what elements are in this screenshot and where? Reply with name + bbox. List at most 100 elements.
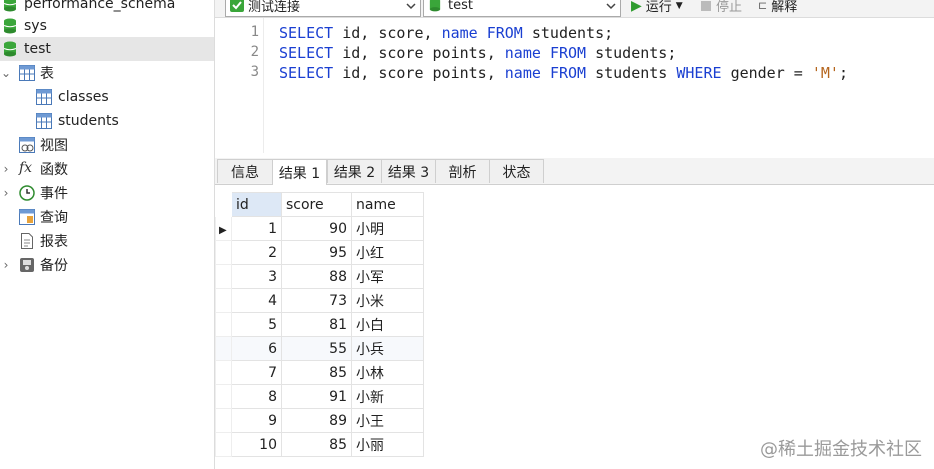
row-header[interactable] [215,384,232,409]
table-row[interactable]: 9 89 小王 [215,408,424,433]
code-line[interactable]: SELECT id, score points, name FROM stude… [279,44,676,62]
table-cell-id[interactable]: 1 [231,216,282,241]
stop-button[interactable]: 停止 [701,0,742,15]
table-cell-name[interactable]: 小白 [351,312,424,337]
sql-keyword: WHERE [676,64,722,82]
chevron-right-icon[interactable]: › [1,186,11,200]
table-cell-score[interactable]: 95 [281,240,352,265]
table-row[interactable]: 4 73 小米 [215,288,424,313]
table-row[interactable]: 7 85 小林 [215,360,424,385]
row-header[interactable] [215,432,232,457]
table-cell-name[interactable]: 小军 [351,264,424,289]
table-cell-score[interactable]: 55 [281,336,352,361]
sql-token: id [342,44,361,62]
tree-item-queries[interactable]: 查询 [0,205,214,229]
row-header[interactable] [215,360,232,385]
line-number: 1 [250,24,259,40]
connection-value: 测试连接 [248,0,301,15]
row-header[interactable] [215,240,232,265]
row-header[interactable] [215,336,232,361]
row-header[interactable] [215,288,232,313]
table-cell-id[interactable]: 3 [231,264,282,289]
tab-profile[interactable]: 剖析 [435,159,490,183]
tree-item-test[interactable]: test [0,37,214,61]
row-header[interactable]: ▶ [215,216,232,241]
table-cell-name[interactable]: 小丽 [351,432,424,457]
table-cell-id[interactable]: 8 [231,384,282,409]
table-row[interactable]: 10 85 小丽 [215,432,424,457]
tab-result-2[interactable]: 结果 2 [327,159,382,183]
code-line[interactable]: SELECT id, score points, name FROM stude… [279,64,848,82]
tab-result-1[interactable]: 结果 1 [272,159,327,185]
chevron-right-icon[interactable]: › [1,162,11,176]
table-cell-id[interactable]: 4 [231,288,282,313]
row-header[interactable] [215,312,232,337]
tree-item-label: 表 [40,66,54,82]
table-row[interactable]: 5 81 小白 [215,312,424,337]
table-cell-score[interactable]: 81 [281,312,352,337]
table-cell-id[interactable]: 6 [231,336,282,361]
table-row[interactable]: 6 55 小兵 [215,336,424,361]
table-row[interactable]: ▶ 1 90 小明 [215,216,424,241]
table-cell-score[interactable]: 85 [281,360,352,385]
tree-item-sys[interactable]: sys [0,14,214,38]
table-cell-name[interactable]: 小新 [351,384,424,409]
sql-keyword: FROM [486,24,523,42]
table-cell-id[interactable]: 2 [231,240,282,265]
table-cell-score[interactable]: 85 [281,432,352,457]
table-cell-score[interactable]: 88 [281,264,352,289]
column-header-id[interactable]: id [231,192,282,217]
column-header-name[interactable]: name [351,192,424,217]
run-button[interactable]: ▶ 运行 ▼ [631,0,683,15]
table-cell-id[interactable]: 7 [231,360,282,385]
table-row[interactable]: 3 88 小军 [215,264,424,289]
table-row[interactable]: 2 95 小红 [215,240,424,265]
database-select[interactable]: test [423,0,621,17]
tree-item-views[interactable]: 视图 [0,133,214,157]
tree-item-functions[interactable]: › fx 函数 [0,157,214,181]
table-row[interactable]: 8 91 小新 [215,384,424,409]
sql-keyword: FROM [549,64,587,82]
tree-item-classes[interactable]: classes [0,85,214,109]
table-cell-name[interactable]: 小明 [351,216,424,241]
table-cell-id[interactable]: 9 [231,408,282,433]
chevron-right-icon[interactable]: › [1,258,11,272]
database-value: test [448,0,473,13]
tree-item-students[interactable]: students [0,109,214,133]
table-cell-name[interactable]: 小王 [351,408,424,433]
table-cell-name[interactable]: 小林 [351,360,424,385]
column-header-score[interactable]: score [281,192,352,217]
row-header[interactable] [215,264,232,289]
tab-result-3[interactable]: 结果 3 [381,159,436,183]
table-cell-id[interactable]: 5 [231,312,282,337]
chevron-down-icon[interactable]: ⌄ [1,66,11,80]
sql-token: students [531,24,605,42]
table-cell-score[interactable]: 73 [281,288,352,313]
table-cell-score[interactable]: 89 [281,408,352,433]
tree-item-tables[interactable]: ⌄ 表 [0,61,214,85]
table-cell-id[interactable]: 10 [231,432,282,457]
stop-label: 停止 [716,0,743,15]
tree-item-reports[interactable]: 报表 [0,229,214,253]
tab-info[interactable]: 信息 [217,159,273,183]
explain-button[interactable]: ⊏ 解释 [758,0,797,15]
table-cell-name[interactable]: 小兵 [351,336,424,361]
sql-editor[interactable]: 1 2 3 SELECT id, score, name FROM studen… [215,18,934,153]
table-cell-name[interactable]: 小红 [351,240,424,265]
connection-select[interactable]: 测试连接 [225,0,421,17]
table-cell-score[interactable]: 91 [281,384,352,409]
tree-item-backups[interactable]: › 备份 [0,253,214,277]
sql-token: , [423,24,442,42]
tree-item-events[interactable]: › 事件 [0,181,214,205]
table-icon [36,113,52,129]
row-header[interactable] [215,408,232,433]
tab-status[interactable]: 状态 [489,159,544,183]
sql-token: ; [667,44,677,62]
table-cell-score[interactable]: 90 [281,216,352,241]
code-line[interactable]: SELECT id, score, name FROM students; [279,24,613,42]
table-cell-name[interactable]: 小米 [351,288,424,313]
